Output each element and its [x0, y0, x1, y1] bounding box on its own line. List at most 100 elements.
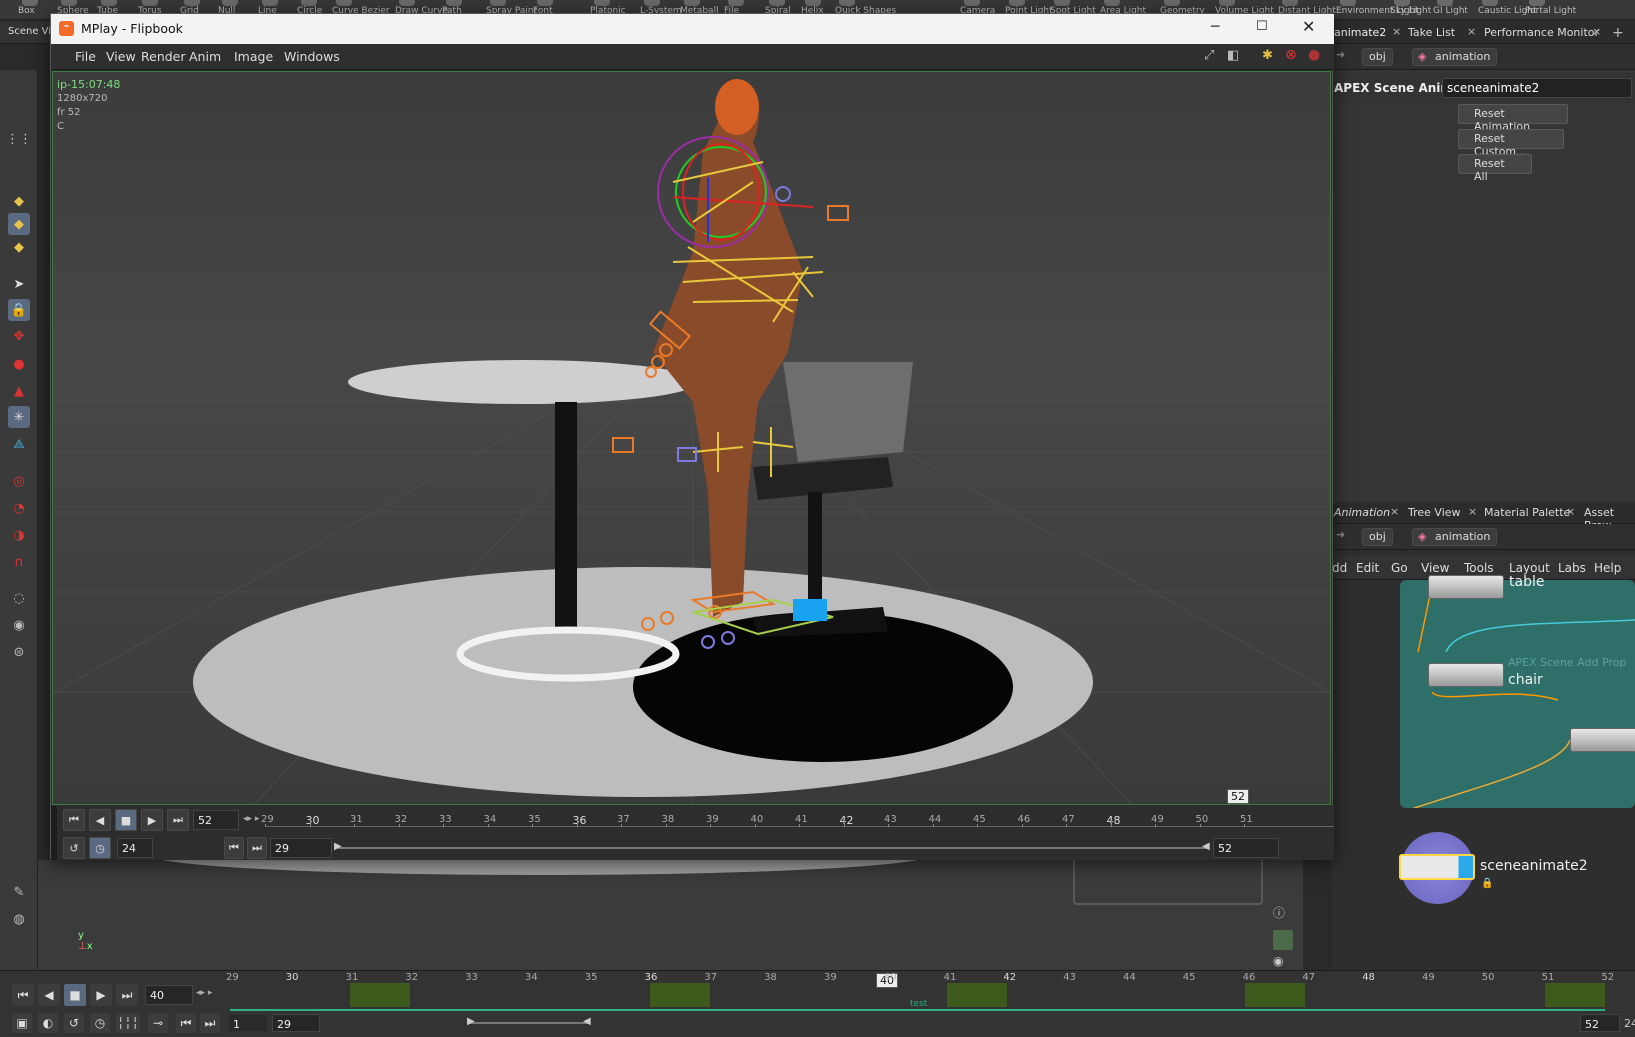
flipbook-image-view[interactable]: ip-15:07:48 1280x720 fr 52 C — [52, 71, 1331, 805]
range-start-field[interactable]: 29 — [270, 838, 332, 858]
close-icon[interactable]: × — [1392, 25, 1401, 38]
select-arrow-icon[interactable]: ➤ — [8, 273, 30, 295]
play-icon[interactable]: ▶ — [141, 809, 163, 831]
reset-all-button[interactable]: Reset All — [1458, 154, 1532, 183]
stop-icon[interactable]: ■ — [64, 984, 86, 1006]
tab-animation[interactable]: Animation — [1334, 506, 1390, 519]
audio-icon[interactable]: ◐ — [38, 1013, 58, 1033]
current-frame-marker[interactable]: 52 — [1227, 789, 1249, 804]
menu-help[interactable]: Help — [1594, 561, 1621, 575]
lock-icon[interactable]: 🔒 — [8, 299, 30, 321]
jump-end-icon[interactable]: ⏭ — [116, 984, 138, 1006]
camera-lens-icon[interactable]: ◉ — [8, 614, 30, 636]
loop-icon[interactable]: ↺ — [64, 1013, 84, 1033]
menu-layout[interactable]: Layout — [1509, 561, 1550, 575]
menu-image[interactable]: Image — [234, 49, 273, 64]
minimize-icon[interactable]: ─ — [1211, 19, 1219, 35]
close-icon[interactable]: × — [1390, 505, 1399, 518]
close-icon[interactable]: × — [1468, 505, 1477, 518]
menu-file[interactable]: File — [75, 49, 96, 64]
range-slider-right-handle[interactable]: ◀ — [583, 1016, 591, 1027]
jump-start-icon[interactable]: ⏮ — [12, 984, 34, 1006]
menu-labs[interactable]: Labs — [1558, 561, 1586, 575]
tab-take-list[interactable]: Take List — [1408, 26, 1455, 39]
range-slider[interactable] — [338, 847, 1208, 849]
node-table[interactable] — [1428, 575, 1504, 599]
window-titlebar[interactable]: ⌁ MPlay - Flipbook ─ ☐ ✕ — [51, 14, 1334, 44]
key-options-icon[interactable]: ⊸ — [148, 1013, 168, 1033]
menu-add[interactable]: dd — [1332, 561, 1347, 575]
tab-performance-monitor[interactable]: Performance Monitor — [1484, 26, 1599, 39]
menu-view[interactable]: View — [1421, 561, 1449, 575]
maximize-icon[interactable]: ☐ — [1256, 19, 1268, 34]
path-root[interactable]: obj — [1362, 48, 1393, 66]
realtime-icon[interactable]: ◷ — [89, 837, 111, 859]
visibility-eye-icon[interactable]: ◉ — [1273, 954, 1293, 968]
tab-material-palette[interactable]: Material Palette — [1484, 506, 1570, 519]
add-tab-icon[interactable]: + — [1612, 25, 1624, 41]
info-icon[interactable]: ⓘ — [1273, 904, 1293, 924]
magnet-tool-icon-4[interactable]: ∩ — [8, 551, 30, 573]
range-end-icon[interactable]: ⏭ — [247, 837, 267, 859]
active-tool-icon[interactable]: ◆ — [8, 213, 30, 235]
close-window-icon[interactable]: ✕ — [1302, 17, 1315, 36]
paint-brush-icon[interactable]: ◆ — [8, 190, 30, 212]
node-downstream[interactable] — [1570, 728, 1635, 752]
flipbook-timeline-ruler[interactable]: 52 29 30 31 32 33 34 35 36 37 38 39 40 41 42 43 44 45 46 4… — [261, 789, 1334, 834]
forward-arrow-icon[interactable]: ➜ — [1336, 528, 1345, 541]
play-reverse-icon[interactable]: ◀ — [89, 809, 111, 831]
record-off-icon[interactable]: ● — [1308, 47, 1320, 63]
split-view-icon[interactable]: ◧ — [1227, 48, 1239, 63]
render-options-icon[interactable]: ✱ — [1262, 48, 1273, 63]
current-frame-field[interactable]: 40 — [145, 985, 193, 1005]
path-node[interactable]: ◈ animation — [1412, 528, 1498, 546]
range-slider-right-handle[interactable]: ◀ — [1202, 841, 1210, 852]
menu-render[interactable]: Render — [141, 49, 186, 64]
shelf-tool-label[interactable]: Portal Light — [1525, 6, 1576, 16]
node-chair[interactable] — [1428, 663, 1504, 687]
record-icon[interactable]: ⊜ — [8, 641, 30, 663]
loop-icon[interactable]: ↺ — [63, 837, 85, 859]
shelf-tool-label[interactable]: GI Light — [1433, 6, 1468, 16]
stop-render-icon[interactable]: ⊗ — [1285, 47, 1297, 63]
magnet-tool-icon-3[interactable]: ◑ — [8, 524, 30, 546]
realtime-icon[interactable]: ◷ — [90, 1013, 110, 1033]
jump-start-icon[interactable]: ⏮ — [63, 809, 85, 831]
jump-end-icon[interactable]: ⏭ — [167, 809, 189, 831]
reset-custom-button[interactable]: Reset Custom... — [1458, 129, 1564, 158]
range-slider-left-handle[interactable]: ▶ — [467, 1016, 475, 1027]
current-frame-field[interactable]: 52 — [193, 810, 239, 830]
magnet-tool-icon-2[interactable]: ◔ — [8, 497, 30, 519]
play-reverse-icon[interactable]: ◀ — [38, 984, 60, 1006]
tab-tree-view[interactable]: Tree View — [1408, 506, 1461, 519]
reset-animation-button[interactable]: Reset Animation — [1458, 104, 1568, 133]
timeline-ruler[interactable]: test 40 29 30 31 32 33 34 35 36 37 38 39 40 41 42 43 44… — [226, 972, 1635, 1021]
rotate-tool-icon[interactable]: ● — [8, 353, 30, 375]
path-root[interactable]: obj — [1362, 528, 1393, 546]
menu-tools[interactable]: Tools — [1464, 561, 1494, 575]
menu-go[interactable]: Go — [1391, 561, 1408, 575]
menu-view[interactable]: View — [106, 49, 136, 64]
keys-icon[interactable]: ╎╎╎ — [116, 1013, 140, 1033]
shelf-tool-label[interactable]: Box — [18, 6, 35, 16]
shelf-tool-label[interactable]: Sky Light — [1390, 6, 1431, 16]
range-slider[interactable] — [470, 1022, 590, 1024]
step-keys-icon[interactable]: ◂▸ ▸ — [196, 988, 212, 998]
light-icon[interactable]: ✎ — [8, 881, 30, 903]
display-options-icon[interactable]: ◍ — [8, 908, 30, 930]
range-end-icon[interactable]: ⏭ — [200, 1013, 220, 1033]
viewport-layout-icon[interactable] — [1273, 930, 1293, 950]
forward-arrow-icon[interactable]: ➜ — [1336, 48, 1345, 61]
range-start-field[interactable]: 29 — [272, 1014, 320, 1032]
end-frame-field[interactable]: 52 — [1580, 1014, 1620, 1032]
tab-animate2[interactable]: animate2 — [1334, 26, 1386, 39]
playbar-menu-icon[interactable]: ▣ — [12, 1013, 32, 1033]
node-lock-icon[interactable]: 🔒 — [1481, 878, 1493, 889]
magnet-tool-icon-1[interactable]: ◎ — [8, 470, 30, 492]
range-slider-left-handle[interactable]: ▶ — [334, 841, 342, 852]
close-icon[interactable]: × — [1592, 25, 1601, 38]
node-name-field[interactable]: sceneanimate2 — [1442, 78, 1632, 98]
handle-tool-icon[interactable]: ◆ — [8, 236, 30, 258]
menu-anim[interactable]: Anim — [189, 49, 221, 64]
path-node[interactable]: ◈ animation — [1412, 48, 1498, 66]
